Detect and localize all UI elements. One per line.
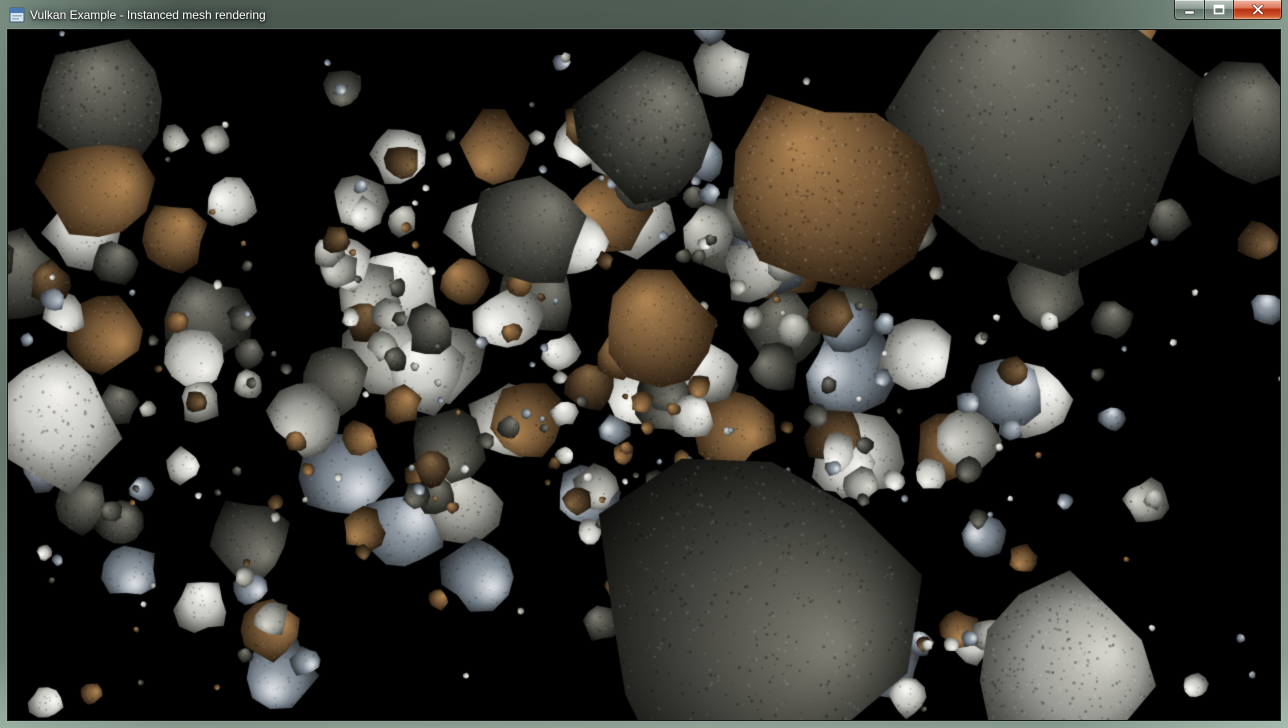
maximize-button[interactable] — [1205, 0, 1233, 20]
window-title: Vulkan Example - Instanced mesh renderin… — [30, 0, 266, 30]
caption-buttons — [1174, 0, 1282, 20]
title-bar[interactable]: Vulkan Example - Instanced mesh renderin… — [0, 0, 1288, 30]
maximize-icon — [1213, 4, 1225, 15]
render-canvas[interactable] — [8, 30, 1280, 720]
close-icon — [1252, 4, 1264, 15]
render-viewport — [8, 30, 1280, 720]
close-button[interactable] — [1233, 0, 1282, 20]
app-icon — [9, 7, 25, 23]
minimize-icon — [1184, 5, 1195, 15]
app-window: Vulkan Example - Instanced mesh renderin… — [0, 0, 1288, 728]
minimize-button[interactable] — [1174, 0, 1205, 20]
